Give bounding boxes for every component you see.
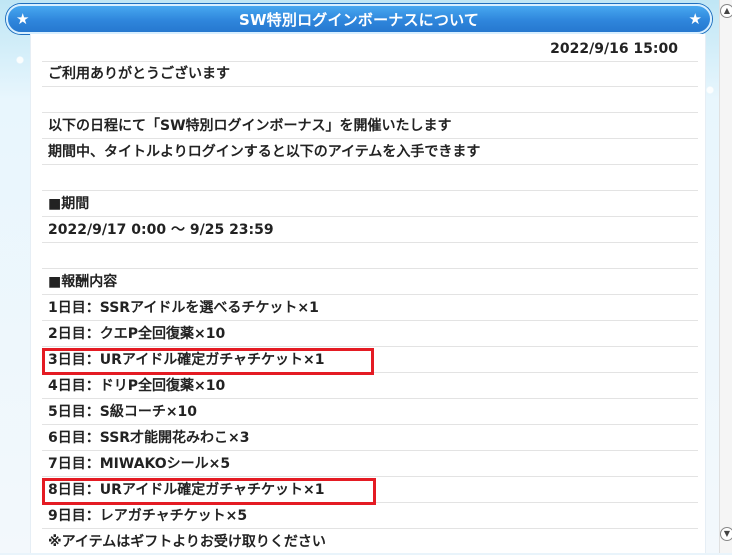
reward-day-3: 3日目：URアイドル確定ガチャチケット×1 <box>42 348 698 373</box>
period-heading: ■期間 <box>42 192 698 217</box>
star-icon: ★ <box>688 10 702 28</box>
vertical-scrollbar[interactable]: ▲ ▼ <box>719 0 732 553</box>
reward-day-8: 8日目：URアイドル確定ガチャチケット×1 <box>42 478 698 503</box>
scroll-up-icon[interactable]: ▲ <box>720 4 732 18</box>
reward-day-4: 4日目：ドリP全回復薬×10 <box>42 374 698 399</box>
reward-day-5: 5日目：S級コーチ×10 <box>42 400 698 425</box>
reward-day-6: 6日目：SSR才能開花みわこ×3 <box>42 426 698 451</box>
reward-day-7: 7日目：MIWAKOシール×5 <box>42 452 698 477</box>
blank-row <box>42 244 698 269</box>
rewards-heading: ■報酬内容 <box>42 270 698 295</box>
greeting-text: ご利用ありがとうございます <box>42 62 698 87</box>
blank-row <box>42 88 698 113</box>
footnote-text: ※アイテムはギフトよりお受け取りください <box>48 534 326 550</box>
notice-date: 2022/9/16 15:00 <box>42 37 698 62</box>
blank-row <box>42 166 698 191</box>
notice-line-2: 期間中、タイトルよりログインすると以下のアイテムを入手できます <box>42 140 698 165</box>
scroll-down-icon[interactable]: ▼ <box>720 527 732 541</box>
notice-line-1: 以下の日程にて「SW特別ログインボーナス」を開催いたします <box>42 114 698 139</box>
reward-day-1: 1日目：SSRアイドルを選べるチケット×1 <box>42 296 698 321</box>
dialog-header: ★ SW特別ログインボーナスについて ★ <box>6 4 712 34</box>
reward-day-2: 2日目：クエP全回復薬×10 <box>42 322 698 347</box>
dialog-title: SW特別ログインボーナスについて <box>238 11 480 29</box>
reward-day-9: 9日目：レアガチャチケット×5 <box>42 504 698 529</box>
period-value: 2022/9/17 0:00 ～ 9/25 23:59 <box>42 218 698 243</box>
